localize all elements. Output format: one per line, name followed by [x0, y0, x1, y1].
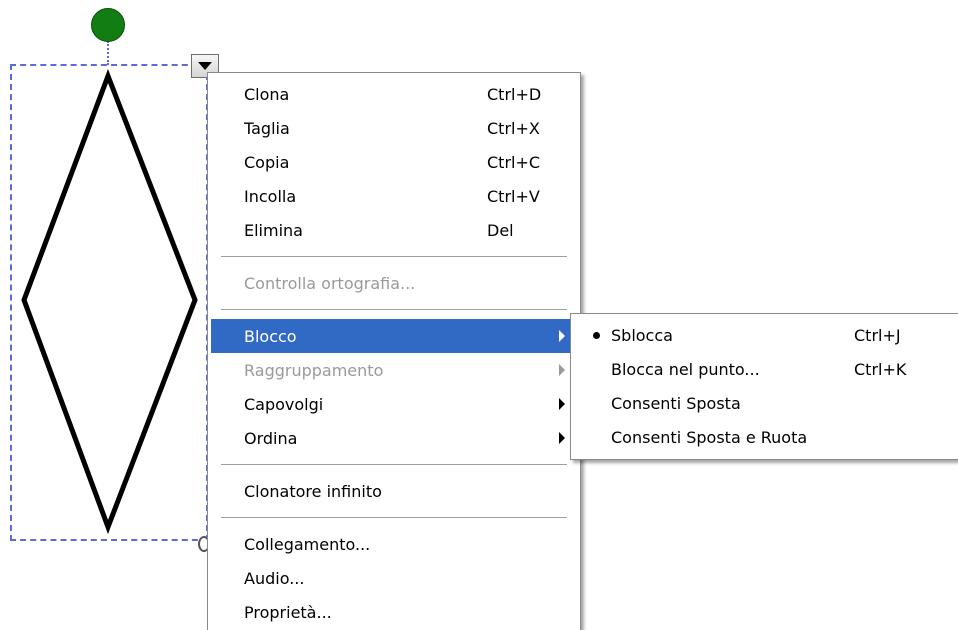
context-menu: Clona Ctrl+D Taglia Ctrl+X Copia Ctrl+C … [207, 72, 581, 630]
menu-item-shortcut: Del [487, 220, 514, 240]
menu-item-label: Blocca nel punto... [611, 359, 760, 379]
menu-item-shortcut: Ctrl+C [487, 152, 541, 172]
chevron-right-icon [559, 364, 565, 376]
menu-item-label: Collegamento... [244, 534, 371, 554]
menu-item-shortcut: Ctrl+V [487, 186, 540, 206]
menu-item-label: Capovolgi [244, 394, 324, 414]
menu-separator [221, 464, 567, 466]
menu-item-label: Raggruppamento [244, 360, 384, 380]
menu-item-controlla-ortografia: Controlla ortografia... [211, 266, 577, 300]
menu-item-label: Controlla ortografia... [244, 273, 416, 293]
menu-item-shortcut: Ctrl+X [487, 118, 540, 138]
menu-item-label: Blocco [244, 326, 297, 346]
menu-item-raggruppamento: Raggruppamento [211, 353, 577, 387]
menu-item-shortcut: Ctrl+D [487, 84, 542, 104]
menu-item-label: Taglia [244, 118, 290, 138]
menu-item-label: Clona [244, 84, 290, 104]
blocco-submenu: Sblocca Ctrl+J Blocca nel punto... Ctrl+… [570, 313, 958, 460]
menu-item-label: Consenti Sposta [611, 393, 741, 413]
menu-separator [221, 256, 567, 258]
menu-item-label: Audio... [244, 568, 305, 588]
menu-item-label: Sblocca [611, 325, 673, 345]
menu-item-label: Incolla [244, 186, 297, 206]
menu-item-proprieta[interactable]: Proprietà... [211, 595, 577, 629]
submenu-item-consenti-sposta-e-ruota[interactable]: Consenti Sposta e Ruota [574, 420, 956, 454]
menu-item-shortcut: Ctrl+K [854, 359, 907, 379]
chevron-right-icon [559, 330, 565, 342]
diamond-outline[interactable] [21, 68, 198, 535]
menu-item-label: Ordina [244, 428, 298, 448]
submenu-item-consenti-sposta[interactable]: Consenti Sposta [574, 386, 956, 420]
menu-item-label: Clonatore infinito [244, 481, 382, 501]
menu-separator [221, 517, 567, 519]
menu-item-clonatore-infinito[interactable]: Clonatore infinito [211, 474, 577, 508]
submenu-item-sblocca[interactable]: Sblocca Ctrl+J [574, 318, 956, 352]
menu-item-incolla[interactable]: Incolla Ctrl+V [211, 179, 577, 213]
bullet-icon [593, 332, 600, 339]
menu-item-collegamento[interactable]: Collegamento... [211, 527, 577, 561]
menu-item-taglia[interactable]: Taglia Ctrl+X [211, 111, 577, 145]
menu-item-label: Proprietà... [244, 602, 332, 622]
menu-item-capovolgi[interactable]: Capovolgi [211, 387, 577, 421]
menu-item-audio[interactable]: Audio... [211, 561, 577, 595]
menu-item-copia[interactable]: Copia Ctrl+C [211, 145, 577, 179]
menu-item-blocco[interactable]: Blocco [211, 319, 577, 353]
submenu-item-blocca-nel-punto[interactable]: Blocca nel punto... Ctrl+K [574, 352, 956, 386]
menu-item-shortcut: Ctrl+J [854, 325, 901, 345]
menu-item-label: Copia [244, 152, 290, 172]
menu-item-clona[interactable]: Clona Ctrl+D [211, 77, 577, 111]
menu-item-label: Elimina [244, 220, 303, 240]
menu-item-label: Consenti Sposta e Ruota [611, 427, 808, 447]
canvas: Clona Ctrl+D Taglia Ctrl+X Copia Ctrl+C … [0, 0, 958, 630]
menu-item-ordina[interactable]: Ordina [211, 421, 577, 455]
menu-separator [221, 309, 567, 311]
dropdown-arrow-icon [198, 62, 212, 70]
chevron-right-icon [559, 432, 565, 444]
chevron-right-icon [559, 398, 565, 410]
menu-item-elimina[interactable]: Elimina Del [211, 213, 577, 247]
